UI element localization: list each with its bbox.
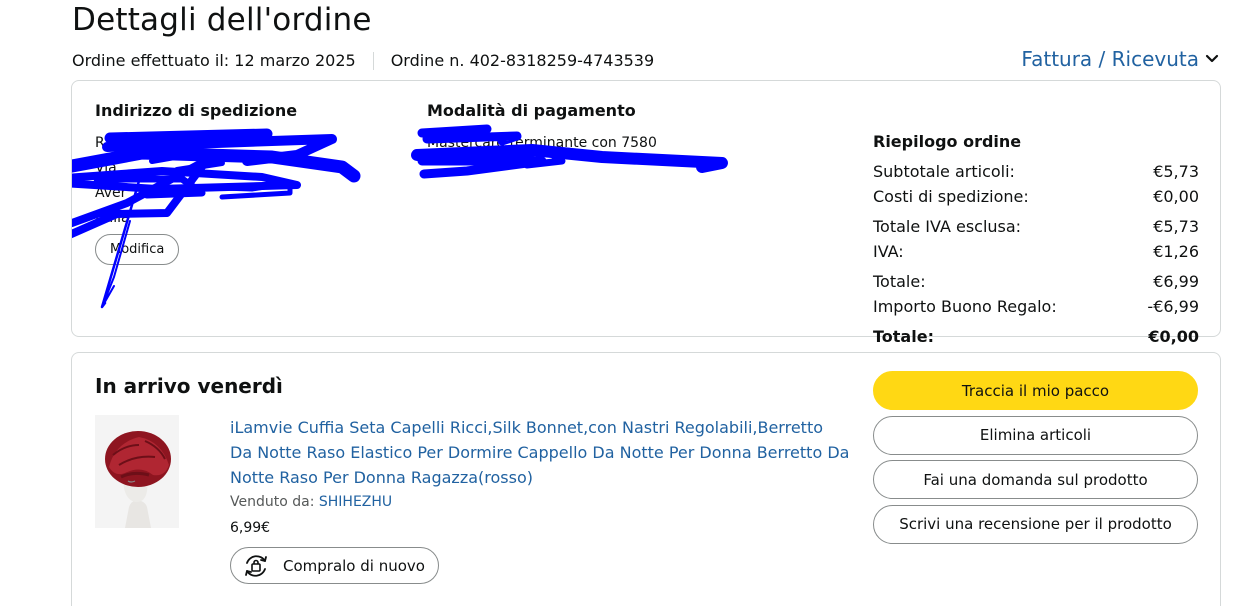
address-line: R [95,135,105,151]
payment-heading: Modalità di pagamento [427,101,636,120]
arrival-status: In arrivo venerdì [95,374,283,398]
shipping-heading: Indirizzo di spedizione [95,101,298,120]
order-details-card: Indirizzo di spedizione R Via Aver Itali… [71,80,1221,346]
product-image[interactable] [95,415,179,528]
summary-label: Subtotale articoli: [873,162,1015,181]
write-review-button[interactable]: Scrivi una recensione per il prodotto [873,504,1198,544]
summary-row: Importo Buono Regalo: -€6,99 [873,294,1199,319]
invoice-link-label: Fattura / Ricevuta [1021,47,1199,71]
delete-items-button[interactable]: Elimina articoli [873,415,1198,455]
summary-row: Totale IVA esclusa: €5,73 [873,214,1199,239]
address-line: Via [95,160,117,176]
meta-divider [372,51,374,70]
summary-row: IVA: €1,26 [873,239,1199,264]
summary-value: €6,99 [1153,272,1199,291]
ask-question-button[interactable]: Fai una domanda sul prodotto [873,460,1198,499]
summary-value: €5,73 [1153,162,1199,181]
summary-value: -€6,99 [1147,297,1199,316]
shipment-actions: Traccia il mio pacco Elimina articoli Fa… [873,371,1198,549]
seller-label: Venduto da: [230,494,315,510]
summary-value: €1,26 [1153,242,1199,261]
invoice-dropdown[interactable]: Fattura / Ricevuta [1021,47,1219,71]
seller-info: Venduto da: SHIHEZHU [230,494,392,510]
buy-again-icon [245,554,267,577]
summary-heading: Riepilogo ordine [873,132,1022,151]
order-number: Ordine n. 402-8318259-4743539 [390,51,655,70]
seller-link[interactable]: SHIHEZHU [319,494,392,510]
shipping-address: R Via Aver Italia [95,131,130,231]
edit-address-button[interactable]: Modifica [95,234,180,265]
product-title-link[interactable]: iLamvie Cuffia Seta Capelli Ricci,Silk B… [230,415,850,490]
summary-label: Totale: [873,272,926,291]
bonnet-image [95,415,179,528]
summary-label: Totale IVA esclusa: [873,217,1022,236]
buy-again-button[interactable]: Compralo di nuovo [230,547,439,584]
summary-label: IVA: [873,242,904,261]
track-package-button[interactable]: Traccia il mio pacco [873,371,1198,410]
payment-method: Mastercard terminante con 7580 [427,131,657,156]
address-line: Aver [95,185,127,201]
summary-grand-total: Totale: €0,00 [873,324,1199,349]
summary-row: Costi di spedizione: €0,00 [873,184,1199,209]
shipment-card: In arrivo venerdì iLamvie Cuffia Seta Ca… [71,352,1221,606]
summary-value: €5,73 [1153,217,1199,236]
payment-line: Mastercard terminante con 7580 [427,135,657,151]
summary-label: Totale: [873,327,934,346]
chevron-down-icon [1205,54,1219,63]
page-title: Dettagli dell'ordine [72,2,372,38]
summary-value: €0,00 [1148,327,1199,346]
summary-row: Totale: €6,99 [873,269,1199,294]
order-date: Ordine effettuato il: 12 marzo 2025 [72,51,356,70]
order-meta: Ordine effettuato il: 12 marzo 2025 Ordi… [72,51,654,70]
summary-label: Importo Buono Regalo: [873,297,1057,316]
product-price: 6,99€ [230,520,271,536]
summary-label: Costi di spedizione: [873,187,1029,206]
order-summary: Riepilogo ordine Subtotale articoli: €5,… [873,129,1199,349]
buy-again-label: Compralo di nuovo [283,556,425,575]
summary-value: €0,00 [1153,187,1199,206]
summary-row: Subtotale articoli: €5,73 [873,159,1199,184]
address-line: Italia [95,210,130,226]
